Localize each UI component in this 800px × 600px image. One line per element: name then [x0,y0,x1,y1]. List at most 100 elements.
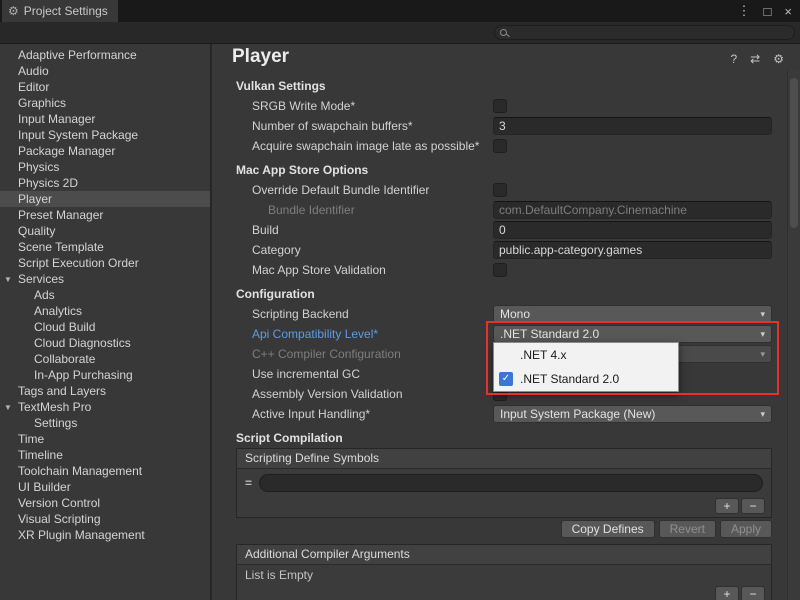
section-header-configuration: Configuration [236,284,800,304]
remove-define-button[interactable]: − [741,498,765,514]
sidebar-item[interactable]: ▼ Editor [0,79,210,95]
header-icons: ? ⇄ ⚙ [730,52,784,66]
srgb-write-mode-row: SRGB Write Mode* [236,96,800,116]
toolbar [0,22,800,44]
sidebar-item[interactable]: ▼ Cloud Diagnostics [0,335,210,351]
sidebar-item-label: Adaptive Performance [18,48,137,62]
dropdown-menu-item[interactable]: ✓ .NET 4.x [494,343,678,367]
remove-argument-button[interactable]: − [741,586,765,600]
sidebar-item-label: TextMesh Pro [18,400,91,414]
sidebar-item[interactable]: ▼ Physics [0,159,210,175]
vertical-scrollbar[interactable] [787,70,800,600]
additional-compiler-arguments-box: Additional Compiler Arguments List is Em… [236,544,772,600]
scripting-backend-dropdown[interactable]: Mono ▾ [493,305,772,323]
build-input[interactable] [493,221,772,239]
close-icon[interactable]: × [784,4,792,19]
sidebar-item[interactable]: ▼ Analytics [0,303,210,319]
sidebar-item[interactable]: ▼ Version Control [0,495,210,511]
drag-handle-icon[interactable]: = [245,476,259,490]
sidebar-item[interactable]: ▼ Adaptive Performance [0,47,210,63]
sidebar-item[interactable]: ▼ Cloud Build [0,319,210,335]
sidebar-item-label: Timeline [18,448,63,462]
settings-gear-icon[interactable]: ⚙ [773,52,784,66]
mac-validation-checkbox[interactable] [493,263,507,277]
section-header-script-compilation: Script Compilation [236,428,800,448]
sidebar-item[interactable]: ▼ Scene Template [0,239,210,255]
sidebar-item[interactable]: ▼ Physics 2D [0,175,210,191]
box-header: Scripting Define Symbols [237,449,771,469]
field-label: Category [236,243,493,257]
window-menu-icon[interactable]: ⋮ [738,3,751,19]
dropdown-menu-item[interactable]: ✓ .NET Standard 2.0 [494,367,678,391]
category-input[interactable] [493,241,772,259]
sidebar-item-label: Services [18,272,64,286]
category-row: Category [236,240,800,260]
sidebar-item[interactable]: ▼ Package Manager [0,143,210,159]
presets-icon[interactable]: ⇄ [750,52,760,66]
sidebar-item-label: Physics [18,160,59,174]
help-icon[interactable]: ? [730,52,737,66]
override-bundle-id-checkbox[interactable] [493,183,507,197]
sidebar-item-label: XR Plugin Management [18,528,145,542]
menu-item-label: .NET Standard 2.0 [520,372,619,386]
search-icon [500,29,507,36]
swapchain-buffers-input[interactable] [493,117,772,135]
define-symbol-input[interactable] [259,474,763,492]
sidebar-item-label: Preset Manager [18,208,103,222]
sidebar-item[interactable]: ▼ UI Builder [0,479,210,495]
api-level-dropdown-menu: ✓ .NET 4.x ✓ .NET Standard 2.0 [493,342,679,392]
sidebar-item[interactable]: ▼ Script Execution Order [0,255,210,271]
menu-item-label: .NET 4.x [520,348,566,362]
field-label: Scripting Backend [236,307,493,321]
sidebar-item[interactable]: ▼ Collaborate [0,351,210,367]
sidebar-item[interactable]: ▼ Settings [0,415,210,431]
sidebar-item[interactable]: ▼ Player [0,191,210,207]
sidebar-item[interactable]: ▼ Timeline [0,447,210,463]
check-icon: ✓ [499,372,513,386]
sidebar-item[interactable]: ▼ Preset Manager [0,207,210,223]
sidebar-item[interactable]: ▼ Services [0,271,210,287]
sidebar-item[interactable]: ▼ In-App Purchasing [0,367,210,383]
chevron-down-icon: ▾ [760,409,765,420]
sidebar-item-label: In-App Purchasing [34,368,133,382]
add-define-button[interactable]: + [715,498,739,514]
field-label: C++ Compiler Configuration [236,347,493,361]
search-box[interactable] [494,25,795,40]
sidebar-item[interactable]: ▼ Graphics [0,95,210,111]
box-footer: + − [237,585,771,600]
sidebar-item-label: UI Builder [18,480,71,494]
search-input[interactable] [511,26,790,39]
sidebar-item[interactable]: ▼ Audio [0,63,210,79]
defines-buttons-row: Copy Defines Revert Apply [236,520,772,538]
sidebar-item[interactable]: ▼ Ads [0,287,210,303]
section-header-vulkan: Vulkan Settings [236,76,800,96]
sidebar-item[interactable]: ▼ Visual Scripting [0,511,210,527]
sidebar-item[interactable]: ▼ Input System Package [0,127,210,143]
foldout-arrow: ▼ [4,275,18,284]
field-label: Api Compatibility Level* [236,327,493,341]
sidebar-item[interactable]: ▼ Input Manager [0,111,210,127]
sidebar-item[interactable]: ▼ Toolchain Management [0,463,210,479]
sidebar-item[interactable]: ▼ XR Plugin Management [0,527,210,543]
sidebar-item-label: Cloud Diagnostics [34,336,131,350]
acquire-swapchain-checkbox[interactable] [493,139,507,153]
titlebar: ⚙ Project Settings ⋮ □ × [0,0,800,22]
sidebar-item-label: Player [18,192,52,206]
sidebar-item[interactable]: ▼ Tags and Layers [0,383,210,399]
sidebar-item[interactable]: ▼ Time [0,431,210,447]
copy-defines-button[interactable]: Copy Defines [561,520,655,538]
active-input-handling-dropdown[interactable]: Input System Package (New) ▾ [493,405,772,423]
gear-icon: ⚙ [8,4,19,18]
sidebar-item[interactable]: ▼ TextMesh Pro [0,399,210,415]
srgb-write-mode-checkbox[interactable] [493,99,507,113]
maximize-icon[interactable]: □ [764,4,772,19]
acquire-swapchain-row: Acquire swapchain image late as possible… [236,136,800,156]
add-argument-button[interactable]: + [715,586,739,600]
field-label: Assembly Version Validation [236,387,493,401]
window-tab[interactable]: ⚙ Project Settings [2,0,118,22]
sidebar-item[interactable]: ▼ Quality [0,223,210,239]
dropdown-value: Mono [500,307,530,321]
api-compatibility-dropdown[interactable]: .NET Standard 2.0 ▾ [493,325,772,343]
foldout-arrow: ▼ [4,403,18,412]
scrollbar-thumb[interactable] [790,78,798,228]
